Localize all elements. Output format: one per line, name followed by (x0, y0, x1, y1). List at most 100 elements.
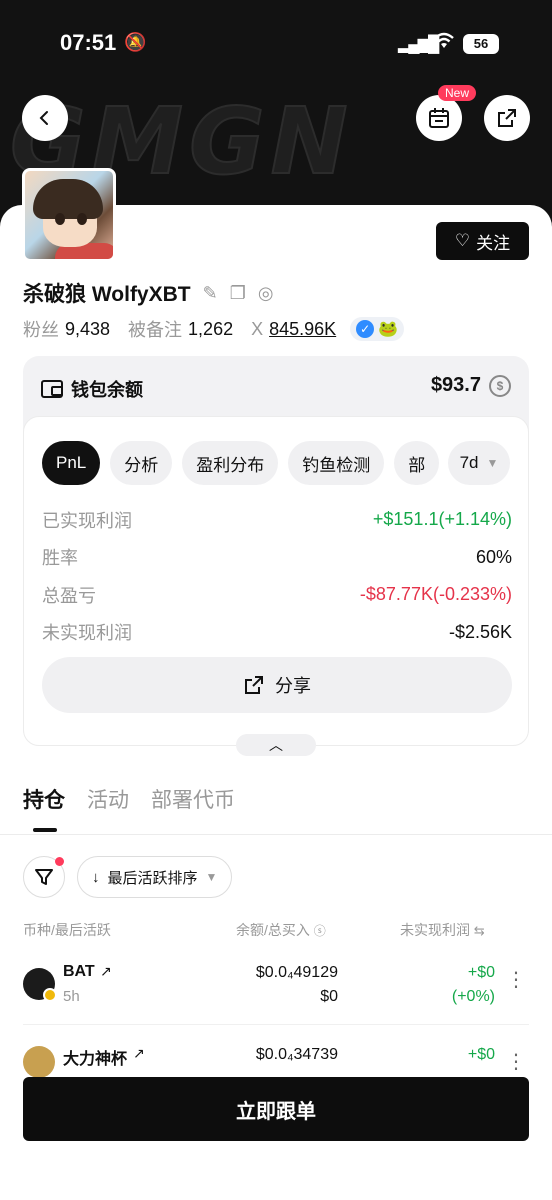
wallet-amount-row: $93.7 $ (431, 374, 511, 397)
external-link-icon[interactable]: ↗ (100, 963, 112, 980)
active-tab-indicator (33, 828, 57, 832)
noted-label: 被备注 (128, 320, 183, 340)
tab-deployed-tokens[interactable]: 部署代币 (151, 784, 235, 814)
switch-icon: ⇆ (473, 923, 485, 938)
copy-trade-button[interactable]: 立即跟单 (23, 1077, 529, 1141)
col-header-balance[interactable]: 余额/总买入 ⓢ (236, 920, 326, 940)
wifi-icon (432, 30, 456, 56)
edit-icon[interactable]: ✎ (203, 283, 218, 304)
currency-swap-icon[interactable]: $ (489, 374, 511, 397)
share-top-button[interactable] (484, 95, 530, 141)
calendar-icon (429, 108, 449, 128)
divider (23, 1024, 529, 1025)
x-followers-link[interactable]: 845.96K (269, 319, 336, 340)
more-icon[interactable]: ⋮ (506, 970, 526, 990)
currency-swap-icon: ⓢ (313, 924, 326, 938)
back-button[interactable] (22, 95, 68, 141)
tab-profit-distribution[interactable]: 盈利分布 (182, 441, 279, 485)
period-select[interactable]: 7d ▼ (448, 441, 510, 485)
frog-icon: 🐸 (378, 321, 399, 338)
token-name[interactable]: BAT (63, 963, 95, 981)
metric-value: +$151.1(+1.14%) (372, 509, 512, 530)
fans-value: 9,438 (65, 318, 111, 339)
external-share-icon (498, 109, 516, 127)
wallet-icon (41, 380, 63, 398)
token-last-active: 5h (63, 988, 80, 1005)
token-bought: $0 (320, 988, 338, 1005)
wallet-amount: $93.7 (430, 374, 481, 396)
tab-deploy[interactable]: 部 (394, 441, 440, 485)
analysis-tabs: PnL 分析 盈利分布 钓鱼检测 部 (42, 441, 512, 485)
metric-value: -$87.77K(-0.233%) (359, 584, 512, 605)
period-value: 7d (459, 453, 479, 472)
pnl-panel: PnL 分析 盈利分布 钓鱼检测 部 7d ▼ 已实现利润 +$151.1(+1… (23, 416, 529, 746)
section-tabs: 持仓 活动 部署代币 (23, 784, 235, 814)
battery-icon: 56 (463, 34, 499, 54)
sort-label: 最后活跃排序 (107, 869, 198, 887)
wallet-title: 钱包余额 (71, 380, 143, 400)
caret-down-icon: ▼ (486, 456, 499, 470)
col-header-unrealized[interactable]: 未实现利润 ⇆ (400, 920, 485, 940)
divider (0, 834, 552, 835)
pnl-metrics: 已实现利润 +$151.1(+1.14%) 胜率 60% 总盈亏 -$87.77… (42, 501, 512, 651)
token-balance: $0.0₄34739 (255, 1046, 338, 1063)
token-icon (23, 1046, 55, 1078)
copy-icon[interactable]: ❐ (230, 283, 246, 304)
profile-name: 杀破狼 WolfyXBT (23, 283, 191, 306)
token-pnl: +$0 (467, 1046, 495, 1063)
status-time: 07:51 (60, 30, 117, 55)
collapse-toggle[interactable]: ︿ (236, 734, 316, 756)
arrow-down-icon: ↓ (92, 868, 100, 886)
chain-badge-icon (43, 988, 57, 1002)
tab-pnl[interactable]: PnL (42, 441, 101, 485)
profile-name-row: 杀破狼 WolfyXBT ✎ ❐ ◎ (23, 278, 274, 308)
share-button[interactable]: 分享 (42, 657, 512, 713)
wallet-header: 钱包余额 (41, 376, 143, 402)
x-label: X (251, 318, 264, 339)
tab-activity[interactable]: 活动 (87, 784, 129, 814)
badge-pill: ✓ 🐸 (350, 317, 405, 341)
tab-holdings[interactable]: 持仓 (23, 784, 65, 814)
verified-icon: ✓ (356, 320, 375, 338)
fans-label: 粉丝 (23, 320, 59, 340)
metric-label: 未实现利润 (42, 623, 132, 644)
token-name[interactable]: 大力神杯 (63, 1045, 127, 1069)
token-pnl: +$0 (467, 964, 495, 981)
status-bar: 07:51 🔕 ▂▄▆█ 56 (0, 30, 552, 60)
more-icon[interactable]: ⋮ (506, 1052, 526, 1072)
metric-row: 已实现利润 +$151.1(+1.14%) (42, 501, 512, 539)
new-badge: New (438, 85, 477, 101)
filter-active-dot (55, 857, 64, 866)
metric-row: 胜率 60% (42, 539, 512, 577)
token-balance: $0.0₄49129 (255, 964, 338, 981)
metric-value: 60% (475, 546, 512, 567)
external-link-icon[interactable]: ↗ (133, 1045, 145, 1062)
avatar (22, 168, 116, 262)
metric-value: -$2.56K (448, 621, 512, 642)
col-header-token[interactable]: 币种/最后活跃 (23, 920, 111, 940)
wallet-card: 钱包余额 $93.7 $ PnL 分析 盈利分布 钓鱼检测 部 7d ▼ 已实现… (23, 356, 529, 746)
noted-value: 1,262 (188, 318, 234, 339)
copy-trade-label: 立即跟单 (236, 1100, 316, 1123)
token-pnl-pct: (+0%) (451, 988, 495, 1005)
filter-icon (35, 869, 53, 885)
metric-label: 总盈亏 (42, 585, 96, 606)
metric-row: 总盈亏 -$87.77K(-0.233%) (42, 576, 512, 614)
metric-label: 已实现利润 (42, 510, 132, 531)
tab-analysis[interactable]: 分析 (110, 441, 173, 485)
metric-row: 未实现利润 -$2.56K (42, 614, 512, 652)
metric-label: 胜率 (42, 548, 78, 569)
caret-down-icon: ▼ (205, 870, 218, 884)
follow-label: 关注 (476, 233, 511, 253)
mute-bell-icon: 🔕 (124, 32, 147, 52)
heart-plus-icon: ♡ (454, 231, 471, 250)
chart-badge-icon[interactable]: ◎ (258, 283, 274, 304)
share-label: 分享 (275, 676, 311, 696)
chevron-left-icon (39, 111, 48, 125)
chevron-up-icon: ︿ (269, 737, 283, 753)
calendar-button[interactable] (416, 95, 462, 141)
tab-phishing-check[interactable]: 钓鱼检测 (288, 441, 385, 485)
follow-button[interactable]: ♡ 关注 (436, 222, 529, 260)
profile-stats: 粉丝 9,438 被备注 1,262 X 845.96K ✓ 🐸 (23, 316, 405, 342)
sort-select[interactable]: ↓ 最后活跃排序 ▼ (77, 856, 233, 898)
